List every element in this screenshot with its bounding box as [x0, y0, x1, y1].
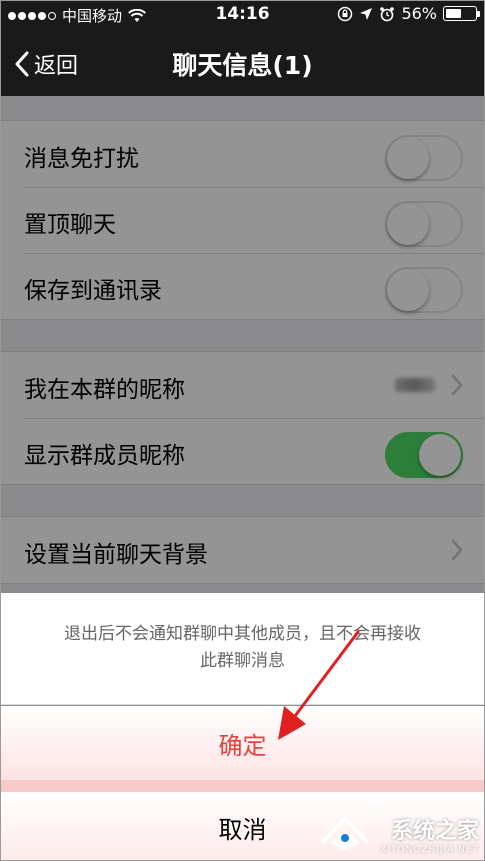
message-line-1: 退出后不会通知群聊中其他成员，且不会再接收: [64, 624, 421, 644]
watermark-logo-icon: [320, 817, 370, 851]
status-right: 56%: [337, 4, 480, 23]
confirm-button[interactable]: 确定: [0, 706, 485, 780]
battery-icon: [443, 6, 480, 21]
action-sheet-message-box: 退出后不会通知群聊中其他成员，且不会再接收 此群聊消息: [0, 593, 485, 705]
orientation-lock-icon: [338, 6, 353, 21]
alarm-icon: [380, 6, 395, 21]
action-sheet-message: 退出后不会通知群聊中其他成员，且不会再接收 此群聊消息: [30, 621, 455, 675]
annotation-arrow-icon: [278, 630, 360, 740]
confirm-label: 确定: [218, 732, 267, 760]
status-bar: 中国移动 14:16 56%: [0, 0, 485, 30]
message-line-2: 此群聊消息: [200, 651, 285, 671]
watermark-text: 系统之家 XITONGZHIJIA.NET: [380, 813, 479, 855]
battery-percent: 56%: [401, 4, 437, 23]
location-icon: [360, 7, 373, 20]
watermark: 系统之家 XITONGZHIJIA.NET: [316, 813, 479, 855]
watermark-text-en: XITONGZHIJIA.NET: [380, 845, 479, 855]
action-sheet-divider: [0, 780, 485, 792]
navigation-bar: 返回 聊天信息(1): [0, 30, 485, 96]
page-title: 聊天信息(1): [172, 51, 313, 80]
watermark-text-cn: 系统之家: [390, 819, 479, 844]
